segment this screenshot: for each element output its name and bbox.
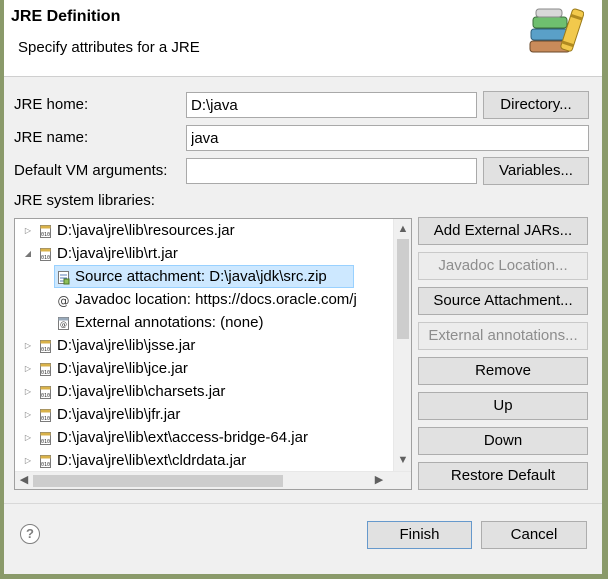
dialog-header: JRE Definition Specify attributes for a …	[4, 0, 602, 77]
svg-text:010: 010	[41, 255, 50, 261]
jar-icon: 010	[39, 361, 52, 376]
library-books-icon	[529, 8, 584, 53]
jar-icon: 010	[39, 430, 52, 445]
footer-separator	[4, 503, 602, 504]
tree-row-label: D:\java\jre\lib\ext\cldrdata.jar	[57, 452, 247, 469]
jre-name-label: JRE name:	[14, 129, 89, 146]
horizontal-scroll-thumb[interactable]	[33, 475, 283, 487]
tree-row[interactable]: ▷ 010 D:\java\jre\lib\jce.jar	[15, 357, 393, 380]
tree-row-label: D:\java\jre\lib\resources.jar	[57, 222, 235, 239]
variables-button[interactable]: Variables...	[483, 157, 589, 185]
svg-text:010: 010	[41, 393, 50, 399]
restore-default-button[interactable]: Restore Default	[418, 462, 588, 490]
add-external-jars-button[interactable]: Add External JARs...	[418, 217, 588, 245]
tree-collapsed-icon[interactable]: ▷	[23, 334, 33, 357]
tree-row-label: D:\java\jre\lib\charsets.jar	[57, 383, 226, 400]
tree-row-label: D:\java\jre\lib\jfr.jar	[57, 406, 181, 423]
jar-icon: 010	[39, 338, 52, 353]
vertical-scroll-thumb[interactable]	[397, 239, 409, 339]
system-libraries-tree[interactable]: ▷ 010 D:\java\jre\lib\resources.jar ◢ 010 D:\…	[14, 218, 412, 490]
source-attachment-button[interactable]: Source Attachment...	[418, 287, 588, 315]
tree-row[interactable]: ▷ 010 D:\java\jre\lib\ext\access-bridge-64…	[15, 426, 393, 449]
jre-name-input[interactable]	[186, 125, 589, 151]
scroll-right-icon[interactable]: ▶	[371, 472, 387, 488]
dialog-subtitle: Specify attributes for a JRE	[18, 39, 200, 56]
tree-content: ▷ 010 D:\java\jre\lib\resources.jar ◢ 010 D:\…	[15, 219, 393, 471]
jre-home-label: JRE home:	[14, 96, 89, 113]
tree-row[interactable]: ▷ 010 D:\java\jre\lib\charsets.jar	[15, 380, 393, 403]
tree-row-label: D:\java\jre\lib\jsse.jar	[57, 337, 196, 354]
jar-icon: 010	[39, 407, 52, 422]
tree-collapsed-icon[interactable]: ▷	[23, 426, 33, 449]
svg-text:@: @	[60, 321, 67, 329]
down-button[interactable]: Down	[418, 427, 588, 455]
tree-row-label: Source attachment: D:\java\jdk\src.zip	[75, 268, 327, 285]
up-button[interactable]: Up	[418, 392, 588, 420]
jar-icon: 010	[39, 384, 52, 399]
svg-text:010: 010	[41, 347, 50, 353]
tree-row[interactable]: ◢ 010 D:\java\jre\lib\rt.jar	[15, 242, 393, 265]
tree-collapsed-icon[interactable]: ▷	[23, 357, 33, 380]
tree-row[interactable]: ▷ 010 D:\java\jre\lib\resources.jar	[15, 219, 393, 242]
jar-icon: 010	[39, 246, 52, 261]
tree-collapsed-icon[interactable]: ▷	[23, 219, 33, 242]
tree-row-label: D:\java\jre\lib\jce.jar	[57, 360, 188, 377]
tree-row[interactable]: Source attachment: D:\java\jdk\src.zip	[15, 265, 393, 288]
jar-icon: 010	[39, 453, 52, 468]
help-icon[interactable]: ?	[20, 524, 40, 544]
javadoc-location-button[interactable]: Javadoc Location...	[418, 252, 588, 280]
tree-row[interactable]: @ External annotations: (none)	[15, 311, 393, 334]
tree-expanded-icon[interactable]: ◢	[23, 242, 33, 265]
tree-row[interactable]: ▷ 010 D:\java\jre\lib\jsse.jar	[15, 334, 393, 357]
remove-button[interactable]: Remove	[418, 357, 588, 385]
svg-text:010: 010	[41, 416, 50, 422]
tree-row-label: D:\java\jre\lib\rt.jar	[57, 245, 178, 262]
external-annotations-button[interactable]: External annotations...	[418, 322, 588, 350]
tree-row-label: D:\java\jre\lib\ext\access-bridge-64.jar	[57, 429, 308, 446]
jre-definition-dialog: JRE Definition Specify attributes for a …	[4, 0, 602, 574]
scroll-left-icon[interactable]: ◀	[16, 472, 32, 488]
svg-text:010: 010	[41, 439, 50, 445]
system-libraries-label: JRE system libraries:	[14, 192, 155, 209]
vertical-scrollbar[interactable]: ▲ ▼	[393, 219, 411, 471]
svg-text:010: 010	[41, 232, 50, 238]
dialog-title: JRE Definition	[11, 8, 121, 25]
tree-row[interactable]: ▷ 010 D:\java\jre\lib\jfr.jar	[15, 403, 393, 426]
vm-arguments-input[interactable]	[186, 158, 477, 184]
svg-text:010: 010	[41, 370, 50, 376]
cancel-button[interactable]: Cancel	[481, 521, 587, 549]
scroll-up-icon[interactable]: ▲	[395, 221, 411, 237]
tree-row[interactable]: @ Javadoc location: https://docs.oracle.c…	[15, 288, 393, 311]
svg-text:@: @	[58, 294, 70, 308]
finish-button[interactable]: Finish	[367, 521, 472, 549]
tree-collapsed-icon[interactable]: ▷	[23, 403, 33, 426]
tree-row[interactable]: ▷ 010 D:\java\jre\lib\ext\cldrdata.jar	[15, 449, 393, 471]
source-attachment-icon	[57, 269, 70, 285]
horizontal-scrollbar[interactable]: ◀ ▶	[15, 471, 411, 489]
directory-button[interactable]: Directory...	[483, 91, 589, 119]
tree-row-label: External annotations: (none)	[75, 314, 264, 331]
vm-arguments-label: Default VM arguments:	[14, 162, 168, 179]
external-annotations-icon: @	[57, 315, 70, 330]
tree-row-label: Javadoc location: https://docs.oracle.co…	[75, 291, 357, 308]
svg-text:010: 010	[41, 462, 50, 468]
scroll-down-icon[interactable]: ▼	[395, 452, 411, 468]
window-frame: JRE Definition Specify attributes for a …	[0, 0, 608, 579]
jre-home-input[interactable]	[186, 92, 477, 118]
tree-collapsed-icon[interactable]: ▷	[23, 380, 33, 403]
tree-collapsed-icon[interactable]: ▷	[23, 449, 33, 471]
jar-icon: 010	[39, 223, 52, 238]
javadoc-at-icon: @	[57, 292, 70, 308]
